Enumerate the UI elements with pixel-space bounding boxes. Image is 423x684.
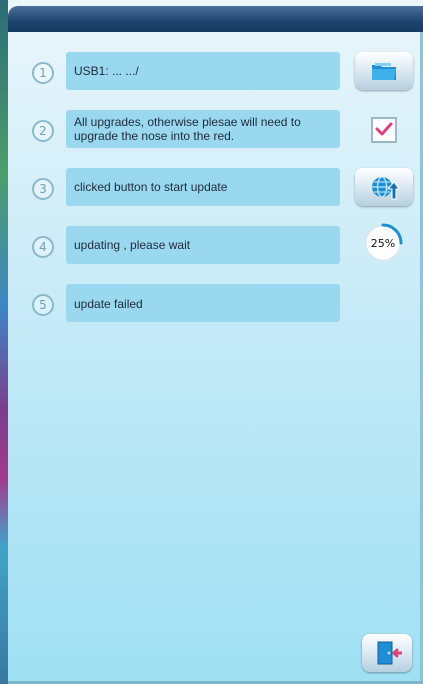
exit-door-icon [377,641,402,665]
step-4-status: updating , please wait [66,226,340,264]
update-progress-ring: 25% [362,222,404,264]
step-number-4: 4 [32,236,54,258]
step-5-status: update failed [66,284,340,322]
progress-percent-label: 25% [370,236,396,250]
step-number-2: 2 [32,120,54,142]
window-frame: 1 USB1: ... .../ 2 All upgrades, otherwi… [0,0,423,684]
step-number-1: 1 [32,62,54,84]
start-update-button[interactable] [355,168,413,206]
browse-folder-button[interactable] [355,52,413,90]
step-number-5: 5 [32,294,54,316]
confirm-checkbox[interactable] [371,117,397,143]
step-2-instruction: All upgrades, otherwise plesae will need… [66,110,340,148]
title-bar [8,6,423,32]
exit-button[interactable] [362,634,412,672]
left-edge-decoration [0,0,8,684]
step-1-path-field: USB1: ... .../ [66,52,340,90]
globe-upload-icon [372,176,399,200]
checkmark-icon [375,122,393,136]
folder-icon [372,63,396,80]
step-number-3: 3 [32,178,54,200]
step-3-instruction: clicked button to start update [66,168,340,206]
